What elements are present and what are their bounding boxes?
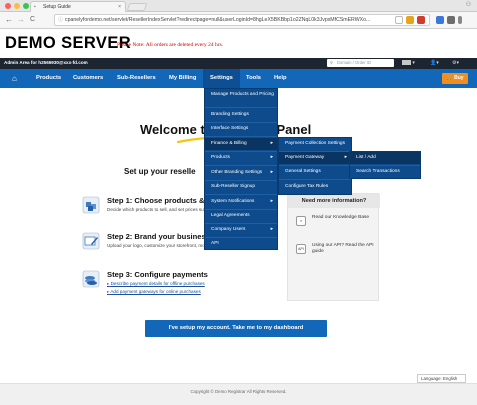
chevron-right-icon: ▸ <box>344 155 347 160</box>
menu-item-interface-settings[interactable]: Interface Settings <box>205 126 277 132</box>
extension-icon[interactable] <box>447 16 455 24</box>
flag-icon <box>402 60 411 66</box>
menu-item-payment-collection[interactable]: Payment Collection Settings <box>279 141 351 147</box>
home-icon[interactable]: ⌂ <box>6 69 23 88</box>
search-icon: ⚲ <box>330 60 334 65</box>
main-nav: ⌂ Products Customers Sub-Resellers My Bi… <box>0 69 477 88</box>
menu-icon[interactable] <box>458 16 462 24</box>
copyright-text: Copyright © Demo Registrar All Rights Re… <box>190 389 287 394</box>
more-info-title: Need more information? <box>288 194 380 208</box>
tab-title: Setup Guide <box>43 4 71 10</box>
page-favicon-icon: ▪ <box>34 4 36 10</box>
cart-icon: 🛒 <box>446 75 453 81</box>
menu-item-branding-settings[interactable]: Branding Settings <box>205 112 277 118</box>
bullet-icon: ▸ <box>107 281 110 286</box>
welcome-heading-start: Welcome t <box>140 122 205 137</box>
step-2-title: Step 2: Brand your busines <box>107 232 206 241</box>
payments-coins-icon <box>82 270 100 288</box>
step-3: Step 3: Configure payments ▸ Describe pa… <box>82 270 282 302</box>
api-icon: API <box>296 244 306 254</box>
browser-toolbar: ← → C ⓘ cpanelyfordemo.net/servlet/Resel… <box>0 12 477 29</box>
profile-icon[interactable]: ⚇ <box>466 1 471 8</box>
flag-dropdown[interactable]: ▾ <box>402 60 415 67</box>
user-dropdown[interactable]: 👤▾ <box>430 60 439 67</box>
browser-tab[interactable]: ▪ Setup Guide × <box>30 1 126 12</box>
reload-icon[interactable]: C <box>30 15 35 25</box>
minimize-window-icon[interactable] <box>14 3 20 9</box>
menu-item-sub-reseller-signup[interactable]: Sub-Reseller Signup <box>205 184 277 190</box>
go-to-dashboard-button[interactable]: I've setup my account. Take me to my das… <box>145 320 327 337</box>
menu-item-legal-agreements[interactable]: Legal Agreements <box>205 213 277 219</box>
brand-logo: DEMO SERVER <box>5 34 132 52</box>
nav-help[interactable]: Help <box>268 69 293 88</box>
menu-item-company-users[interactable]: Company Users ▸ <box>205 227 277 233</box>
back-icon[interactable]: ← <box>5 15 13 25</box>
finance-billing-submenu: Payment Collection Settings Payment Gate… <box>278 137 352 195</box>
menu-item-other-branding[interactable]: Other Branding Settings ▸ <box>205 170 277 176</box>
admin-area-label: Admin Area for h2565930@xxx-fd.com <box>4 60 88 65</box>
browser-tab-bar: ▪ Setup Guide × ⚇ <box>0 0 477 12</box>
chevron-right-icon: ▸ <box>270 170 273 175</box>
tools-dropdown[interactable]: ⚙▾ <box>452 60 459 67</box>
nav-my-billing[interactable]: My Billing <box>163 69 202 88</box>
menu-item-search-transactions[interactable]: Search Transactions <box>350 169 420 175</box>
footer: Copyright © Demo Registrar All Rights Re… <box>0 383 477 405</box>
menu-item-general-settings[interactable]: General Settings <box>279 169 351 175</box>
address-bar[interactable]: ⓘ cpanelyfordemo.net/servlet/ResellerInd… <box>54 14 430 26</box>
menu-item-payment-gateway[interactable]: Payment Gateway ▸ <box>279 152 351 164</box>
menu-item-products[interactable]: Products ▸ <box>205 155 277 161</box>
menu-item-api[interactable]: API <box>205 241 277 247</box>
buy-button[interactable]: 🛒 Buy <box>442 73 468 84</box>
language-selector[interactable]: Language: English <box>417 374 466 383</box>
products-cubes-icon <box>82 196 100 214</box>
forward-icon[interactable]: → <box>17 15 25 25</box>
knowledge-base-link[interactable]: ≡ Read our Knowledge Base <box>296 214 376 234</box>
menu-item-list-add[interactable]: List / Add <box>350 152 420 164</box>
chevron-right-icon: ▸ <box>270 227 273 232</box>
chevron-right-icon: ▸ <box>270 199 273 204</box>
menu-item-finance-billing[interactable]: Finance & Billing ▸ <box>205 138 277 150</box>
more-info-panel: Need more information? ≡ Read our Knowle… <box>287 193 380 301</box>
book-icon: ≡ <box>296 216 306 226</box>
extension-icon[interactable] <box>417 16 425 24</box>
demo-note: Please Note: All orders are deleted ever… <box>117 42 224 48</box>
brand-edit-icon <box>82 232 100 250</box>
maximize-window-icon[interactable] <box>23 3 29 9</box>
extension-icon[interactable] <box>406 16 414 24</box>
menu-item-system-notifications[interactable]: System Notifications ▸ <box>205 199 277 205</box>
nav-products[interactable]: Products <box>30 69 67 88</box>
nav-sub-resellers[interactable]: Sub-Resellers <box>111 69 162 88</box>
menu-item-configure-tax[interactable]: Configure Tax Rules <box>279 184 351 190</box>
menu-item-manage-products[interactable]: Manage Products and Pricing <box>205 92 277 98</box>
step-3-title: Step 3: Configure payments <box>107 270 208 279</box>
api-guide-link[interactable]: API Using our API? Read the API guide <box>296 242 376 262</box>
chevron-right-icon: ▸ <box>270 141 273 146</box>
url-text: cpanelyfordemo.net/servlet/ResellerIndex… <box>65 17 371 23</box>
page-info-icon: ⓘ <box>58 17 64 23</box>
bookmark-star-icon[interactable] <box>395 16 403 24</box>
bullet-icon: ▸ <box>107 289 110 294</box>
setup-heading: Set up your reselle <box>124 167 196 176</box>
extension-icon[interactable] <box>436 16 444 24</box>
nav-customers[interactable]: Customers <box>67 69 109 88</box>
step-1-title: Step 1: Choose products & <box>107 196 205 205</box>
nav-settings[interactable]: Settings <box>203 69 240 88</box>
payment-gateway-link[interactable]: ▸ Add payment gateways for online purcha… <box>107 289 201 295</box>
new-tab-button[interactable] <box>126 3 148 11</box>
chevron-right-icon: ▸ <box>270 155 273 160</box>
search-placeholder: Domain / Order ID <box>337 60 371 65</box>
domain-search-input[interactable]: ⚲ Domain / Order ID <box>327 59 394 67</box>
offline-payment-link[interactable]: ▸ Describe payment details for offline p… <box>107 281 205 287</box>
tab-close-icon[interactable]: × <box>118 2 121 12</box>
nav-tools[interactable]: Tools <box>240 69 267 88</box>
settings-menu: Manage Products and Pricing Branding Set… <box>204 88 278 250</box>
close-window-icon[interactable] <box>5 3 11 9</box>
payment-gateway-submenu: List / Add Search Transactions <box>349 151 421 179</box>
